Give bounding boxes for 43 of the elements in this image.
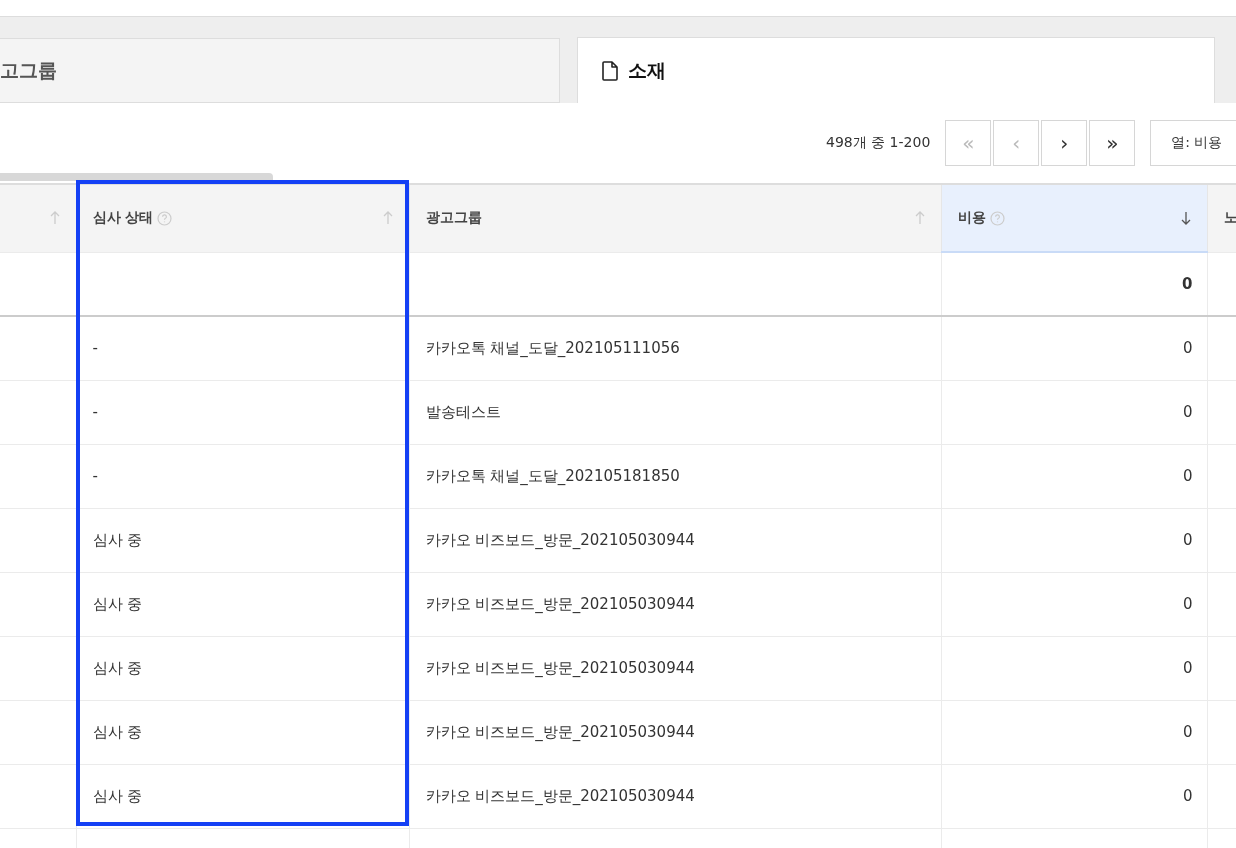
arrow-up-icon[interactable] bbox=[382, 211, 393, 226]
table-cell: 0 bbox=[1182, 659, 1193, 677]
table-cell: 0 bbox=[1182, 787, 1193, 805]
table-cell: 카카오 비즈보드_방문_202105030944 bbox=[425, 786, 695, 805]
pagination-summary: 498개 중 1-200 bbox=[826, 134, 931, 152]
table-cell: 0 bbox=[1182, 403, 1193, 421]
document-icon bbox=[602, 60, 618, 81]
page-button[interactable]: » bbox=[1089, 120, 1136, 166]
table-cell: 0 bbox=[1182, 275, 1193, 293]
help-icon[interactable] bbox=[157, 210, 173, 226]
tab[interactable]: 고그룹 bbox=[0, 38, 560, 103]
arrow-down-icon[interactable] bbox=[1180, 211, 1191, 225]
table-cell: 0 bbox=[1182, 467, 1193, 485]
column-header[interactable]: 노 bbox=[1207, 184, 1236, 252]
table-cell: - bbox=[92, 467, 98, 485]
arrow-up-icon[interactable] bbox=[49, 211, 60, 226]
scrollbar[interactable] bbox=[0, 173, 273, 181]
table-cell: 카카오톡 채널_도달_202105111056 bbox=[425, 338, 680, 357]
table-cell: 카카오 비즈보드_방문_202105030944 bbox=[425, 722, 695, 741]
table-cell: 심사 중 bbox=[92, 530, 143, 549]
column-button[interactable]: 열: 비용 bbox=[1150, 120, 1236, 166]
table-cell: 카카오 비즈보드_방문_202105030944 bbox=[425, 658, 695, 677]
page-button[interactable]: › bbox=[1041, 120, 1088, 166]
table-cell: 심사 중 bbox=[92, 786, 143, 805]
table-cell: - bbox=[92, 403, 98, 421]
column-header[interactable] bbox=[0, 184, 76, 252]
column-header[interactable]: 비용 bbox=[941, 184, 1207, 252]
table-cell: 심사 중 bbox=[92, 594, 143, 613]
table-cell: 0 bbox=[1182, 595, 1193, 613]
column-header[interactable]: 광고그룹 bbox=[409, 184, 941, 252]
table-cell: 카카오 비즈보드_방문_202105030944 bbox=[425, 594, 695, 613]
table-cell: 발송테스트 bbox=[425, 402, 501, 421]
table-cell: - bbox=[92, 339, 98, 358]
table-cell: 심사 중 bbox=[92, 658, 143, 677]
table-cell: 0 bbox=[1182, 723, 1193, 741]
help-icon[interactable] bbox=[989, 210, 1005, 226]
arrow-up-icon[interactable] bbox=[914, 211, 925, 226]
table-cell: 0 bbox=[1182, 531, 1193, 549]
table-cell: 카카오 비즈보드_방문_202105030944 bbox=[425, 530, 695, 549]
tab[interactable]: 소재 bbox=[577, 37, 1215, 103]
table-cell: 심사 중 bbox=[92, 722, 143, 741]
table-cell: 0 bbox=[1182, 339, 1193, 358]
table-cell: 카카오톡 채널_도달_202105181850 bbox=[425, 466, 680, 485]
